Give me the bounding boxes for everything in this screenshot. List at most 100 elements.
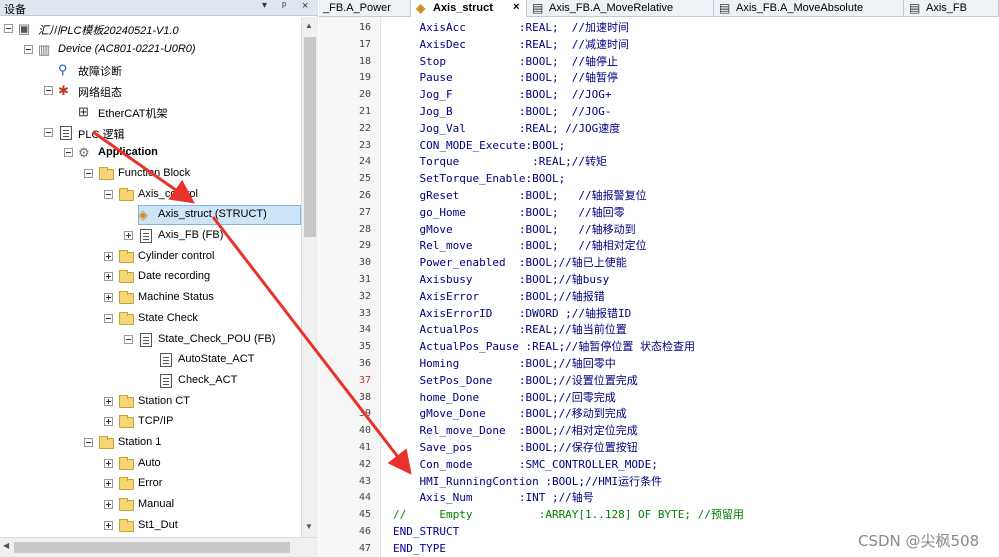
tree-node[interactable]: TCP/IP [0, 412, 301, 432]
code-line[interactable]: CON_MODE_Execute:BOOL; [393, 137, 565, 154]
tree-node[interactable]: ▣ 汇川PLC模板20240521-V1.0 [0, 19, 301, 39]
editor-tab[interactable]: ▤ Axis_FB.A_MoveRelative [527, 0, 714, 17]
tree-node[interactable]: Machine Status [0, 288, 301, 308]
code-line[interactable]: AxisError :BOOL;//轴报错 [393, 288, 604, 305]
expand-icon[interactable] [104, 417, 113, 427]
code-line[interactable]: // Empty :ARRAY[1..128] OF BYTE; //预留用 [393, 506, 744, 523]
code-line[interactable]: Jog_F :BOOL; //JOG+ [393, 86, 611, 103]
editor-tab[interactable]: _FB.A_Power [319, 0, 411, 17]
tree-node[interactable]: ⚲ 故障诊断 [0, 60, 301, 80]
collapse-icon[interactable] [104, 313, 113, 323]
collapse-icon[interactable] [84, 168, 93, 178]
tree-node[interactable]: Station CT [0, 392, 301, 412]
horizontal-scrollbar[interactable]: ◀ [0, 537, 318, 557]
line-number: 33 [358, 307, 371, 319]
expand-icon[interactable] [104, 272, 113, 282]
code-line[interactable]: AxisAcc :REAL; //加速时间 [393, 19, 629, 36]
tree-node[interactable]: Error [0, 474, 301, 494]
editor-tab[interactable]: ▤ Axis_FB.A_MoveAbsolute [714, 0, 904, 17]
tree-node[interactable]: ✱ 网络组态 [0, 81, 301, 101]
scrollbar-thumb[interactable] [14, 542, 290, 553]
scrollbar-thumb[interactable] [304, 37, 316, 237]
tree-node[interactable]: Axis_control [0, 185, 301, 205]
expand-icon[interactable] [124, 231, 133, 240]
tree-node[interactable]: ⊞ EtherCAT机架 [0, 102, 301, 122]
code-line[interactable]: Stop :BOOL; //轴停止 [393, 53, 618, 70]
tree-node[interactable]: Auto [0, 454, 301, 474]
code-line[interactable]: Homing :BOOL;//轴回零中 [393, 355, 615, 372]
code-line[interactable]: Rel_move :BOOL; //轴相对定位 [393, 237, 646, 254]
expand-icon[interactable] [104, 458, 113, 468]
code-line[interactable]: gReset :BOOL; //轴报警复位 [393, 187, 646, 204]
tree-node[interactable]: State Check [0, 309, 301, 329]
tree-node[interactable]: ◈ Axis_struct (STRUCT) [0, 205, 301, 226]
code-line[interactable]: Torque :REAL;//转矩 [393, 153, 607, 170]
tree-node-label: 汇川PLC模板20240521-V1.0 [38, 25, 179, 37]
code-line[interactable]: Axisbusy :BOOL;//轴busy [393, 271, 609, 288]
tree-node[interactable]: St1_Dut [0, 516, 301, 536]
code-line[interactable]: home_Done :BOOL;//回零完成 [393, 389, 615, 406]
code-line[interactable]: Save_pos :BOOL;//保存位置按钮 [393, 439, 637, 456]
close-icon[interactable]: × [302, 0, 308, 12]
code-line[interactable]: ActualPos_Pause :REAL;//轴暂停位置 状态检查用 [393, 338, 695, 355]
editor-tab[interactable]: ◈ Axis_struct × [411, 0, 527, 17]
code-line[interactable]: Power_enabled :BOOL;//轴已上使能 [393, 254, 626, 271]
scroll-down-icon[interactable]: ▼ [305, 522, 313, 531]
tree-node[interactable]: Station 1 [0, 433, 301, 453]
collapse-icon[interactable] [64, 148, 73, 158]
code-line[interactable]: END_TYPE [393, 540, 446, 557]
tree-node[interactable]: State_Check_POU (FB) [0, 330, 301, 350]
code-line[interactable]: SetTorque_Enable:BOOL; [393, 170, 565, 187]
code-line[interactable]: AxisDec :REAL; //减速时间 [393, 36, 629, 53]
code-line[interactable]: gMove_Done :BOOL;//移动到完成 [393, 405, 626, 422]
collapse-icon[interactable] [44, 127, 53, 137]
expand-icon[interactable] [104, 520, 113, 530]
code-line[interactable]: Axis_Num :INT ;//轴号 [393, 489, 593, 506]
tab-close-icon[interactable]: × [513, 1, 519, 13]
code-line[interactable]: ActualPos :REAL;//轴当前位置 [393, 321, 626, 338]
line-number: 40 [358, 425, 371, 437]
tree-node[interactable]: Date recording [0, 267, 301, 287]
code-line[interactable]: SetPos_Done :BOOL;//设置位置完成 [393, 372, 637, 389]
pin-icon[interactable]: ᵖ [282, 0, 286, 12]
scroll-left-icon[interactable]: ◀ [3, 541, 9, 550]
tree-node[interactable]: ▥ Device (AC801-0221-U0R0) [0, 40, 301, 60]
tree-node[interactable]: Cylinder control [0, 247, 301, 267]
code-line[interactable]: Jog_B :BOOL; //JOG- [393, 103, 611, 120]
tree-node[interactable]: AutoState_ACT [0, 350, 301, 370]
collapse-icon[interactable] [44, 86, 53, 96]
code-line[interactable]: HMI_RunningContion :BOOL;//HMI运行条件 [393, 473, 662, 490]
tree-node[interactable]: ⚙ Application [0, 143, 301, 163]
collapse-icon[interactable] [124, 334, 133, 344]
expand-icon[interactable] [104, 500, 113, 510]
editor-tab[interactable]: ▤ Axis_FB [904, 0, 999, 17]
line-number: 42 [358, 458, 371, 470]
scroll-up-icon[interactable]: ▲ [305, 21, 313, 30]
expand-icon[interactable] [104, 293, 113, 303]
tree-node[interactable]: Axis_FB (FB) [0, 226, 301, 246]
tree-node[interactable]: Check_ACT [0, 371, 301, 391]
pane-menu-icon[interactable]: ▾ [262, 0, 267, 11]
tree-node[interactable]: Function Block [0, 164, 301, 184]
expand-icon[interactable] [104, 479, 113, 489]
code-line[interactable]: END_STRUCT [393, 523, 459, 540]
collapse-icon[interactable] [84, 438, 93, 447]
line-number: 41 [358, 442, 371, 453]
expand-icon[interactable] [104, 251, 113, 261]
code-line[interactable]: AxisErrorID :DWORD ;//轴报错ID [393, 305, 631, 322]
tree-node[interactable]: Manual [0, 495, 301, 515]
code-line[interactable]: Pause :BOOL; //轴暂停 [393, 69, 618, 86]
collapse-icon[interactable] [4, 24, 13, 33]
vertical-scrollbar[interactable]: ▲ ▼ [301, 17, 318, 537]
tree-node[interactable]: PLC 逻辑 [0, 123, 301, 143]
tree-node-label: Date recording [138, 270, 211, 283]
code-line[interactable]: Con_mode :SMC_CONTROLLER_MODE; [393, 456, 657, 473]
expand-icon[interactable] [104, 396, 113, 406]
code-line[interactable]: gMove :BOOL; //轴移动到 [393, 221, 635, 238]
collapse-icon[interactable] [104, 189, 113, 199]
code-line[interactable]: Rel_move_Done :BOOL;//相对定位完成 [393, 422, 637, 439]
collapse-icon[interactable] [24, 44, 33, 54]
code-line[interactable]: go_Home :BOOL; //轴回零 [393, 204, 624, 221]
code-area[interactable]: AxisAcc :REAL; //加速时间 AxisDec :REAL; //减… [381, 17, 999, 557]
code-line[interactable]: Jog_Val :REAL; //JOG速度 [393, 120, 620, 137]
